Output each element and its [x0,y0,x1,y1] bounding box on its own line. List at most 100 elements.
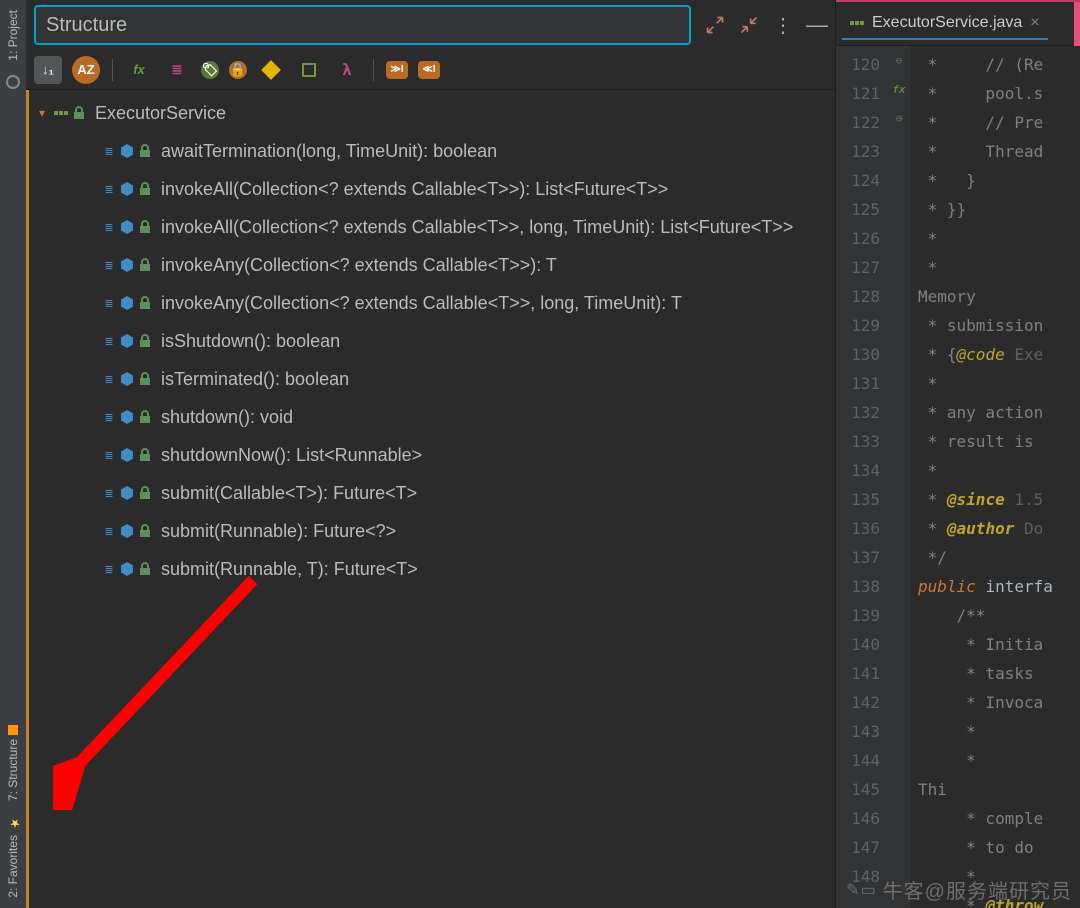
structure-tree[interactable]: ▾ ExecutorService ≣ awaitTermination(long… [26,90,835,908]
method-icon [119,447,135,463]
method-icon [119,409,135,425]
method-icon [119,257,135,273]
project-target-icon [6,75,20,89]
sort-icon: ≣ [101,143,117,159]
sort-button[interactable]: ↓₁ [34,56,62,84]
method-label: shutdown(): void [161,407,293,428]
method-icon [119,561,135,577]
tree-root[interactable]: ▾ ExecutorService [29,94,835,132]
interface-icon [850,21,864,25]
code-editor[interactable]: 1201211221231241251261271281291301311321… [836,46,1080,908]
lock-toolbar-icon[interactable]: 🔒 [229,61,247,79]
star-icon: ★ [8,821,18,831]
tree-method[interactable]: ≣invokeAll(Collection<? extends Callable… [29,170,835,208]
lock-icon [137,143,153,159]
method-label: shutdownNow(): List<Runnable> [161,445,422,466]
lock-icon [137,295,153,311]
tree-method[interactable]: ≣invokeAny(Collection<? extends Callable… [29,284,835,322]
annotation-arrow [53,560,303,810]
lock-icon [137,333,153,349]
lambda-button[interactable]: λ [333,56,361,84]
method-label: invokeAll(Collection<? extends Callable<… [161,217,793,238]
tree-method[interactable]: ≣ submit(Runnable): Future<?> [29,512,835,550]
method-icon [119,143,135,159]
chevron-down-icon[interactable]: ▾ [35,106,49,120]
lock-icon [137,523,153,539]
method-label: awaitTermination(long, TimeUnit): boolea… [161,141,497,162]
gutter-marks: ⊖fx⊖ [888,46,910,908]
editor-panel: ExecutorService.java × 12012112212312412… [836,0,1080,908]
line-number-gutter: 1201211221231241251261271281291301311321… [836,46,888,908]
method-icon [119,371,135,387]
structure-search-input[interactable] [34,5,691,45]
project-tab-label: 1: Project [6,10,20,61]
structure-tool-tab[interactable]: 7: Structure [4,721,22,805]
sort-icon: ≣ [101,523,117,539]
structure-tab-label: 7: Structure [6,739,20,801]
editor-tab[interactable]: ExecutorService.java × [842,8,1048,40]
sort-icon: ≣ [101,257,117,273]
sort-icon: ≣ [101,485,117,501]
show-fields-button[interactable]: fx [125,56,153,84]
method-label: submit(Runnable, T): Future<T> [161,559,418,580]
diamond-icon[interactable] [257,56,285,84]
lock-icon [137,219,153,235]
project-tool-tab[interactable]: 1: Project [4,6,22,65]
method-icon [119,181,135,197]
options-icon[interactable]: ⋮ [773,15,793,35]
tag-icon[interactable]: 🏷 [201,61,219,79]
sort-icon: ≣ [101,219,117,235]
sort-icon: ≣ [101,333,117,349]
minimize-icon[interactable]: — [807,15,827,35]
tree-method[interactable]: ≣ submit(Callable<T>): Future<T> [29,474,835,512]
tab-filename: ExecutorService.java [872,14,1022,32]
structure-icon [8,725,18,735]
lock-icon [137,485,153,501]
method-label: isTerminated(): boolean [161,369,349,390]
sort-icon: ≣ [101,409,117,425]
favorites-tool-tab[interactable]: 2: Favorites ★ [4,817,22,902]
method-label: invokeAny(Collection<? extends Callable<… [161,293,682,314]
lock-icon [137,409,153,425]
tree-method[interactable]: ≣submit(Runnable, T): Future<T> [29,550,835,588]
editor-tabbar: ExecutorService.java × [836,2,1080,46]
code-lines[interactable]: * // (Re * pool.s * // Pre * Thread * } … [910,46,1080,908]
scrollbar-marker [1074,2,1080,46]
lock-icon [137,561,153,577]
structure-toolbar: ↓₁ AZ fx ≣ 🏷 🔒 λ ≫I ≪I [26,50,835,90]
interface-icon [53,105,69,121]
focus-icon[interactable] [295,56,323,84]
tree-method[interactable]: ≣ shutdown(): void [29,398,835,436]
tree-method[interactable]: ≣ shutdownNow(): List<Runnable> [29,436,835,474]
favorites-tab-label: 2: Favorites [6,835,20,898]
impl-in-button[interactable]: ≫I [386,61,408,79]
method-icon [119,485,135,501]
method-label: submit(Runnable): Future<?> [161,521,396,542]
method-label: invokeAny(Collection<? extends Callable<… [161,255,557,276]
method-label: submit(Callable<T>): Future<T> [161,483,417,504]
expand-icon[interactable] [705,15,725,35]
tool-window-rail: 1: Project 7: Structure 2: Favorites ★ [0,0,26,908]
structure-panel: ⋮ — ↓₁ AZ fx ≣ 🏷 🔒 λ ≫I ≪I ▾ ExecutorSer… [26,0,836,908]
sort-icon: ≣ [101,181,117,197]
collapse-icon[interactable] [739,15,759,35]
method-icon [119,219,135,235]
method-icon [119,295,135,311]
method-icon [119,333,135,349]
show-list-button[interactable]: ≣ [163,56,191,84]
sort-alpha-button[interactable]: AZ [72,56,100,84]
tree-method[interactable]: ≣ isTerminated(): boolean [29,360,835,398]
sort-icon: ≣ [101,371,117,387]
tree-method[interactable]: ≣ awaitTermination(long, TimeUnit): boole… [29,132,835,170]
tree-method[interactable]: ≣ invokeAny(Collection<? extends Callable… [29,246,835,284]
tree-method[interactable]: ≣isShutdown(): boolean [29,322,835,360]
tree-method[interactable]: ≣ invokeAll(Collection<? extends Callable… [29,208,835,246]
watermark: ✎▭牛客@服务端研究员 [846,875,1072,904]
lock-icon [71,105,87,121]
impl-out-button[interactable]: ≪I [418,61,440,79]
structure-header: ⋮ — [26,0,835,50]
lock-icon [137,257,153,273]
sort-icon: ≣ [101,447,117,463]
close-tab-icon[interactable]: × [1030,14,1039,32]
separator [373,59,374,81]
